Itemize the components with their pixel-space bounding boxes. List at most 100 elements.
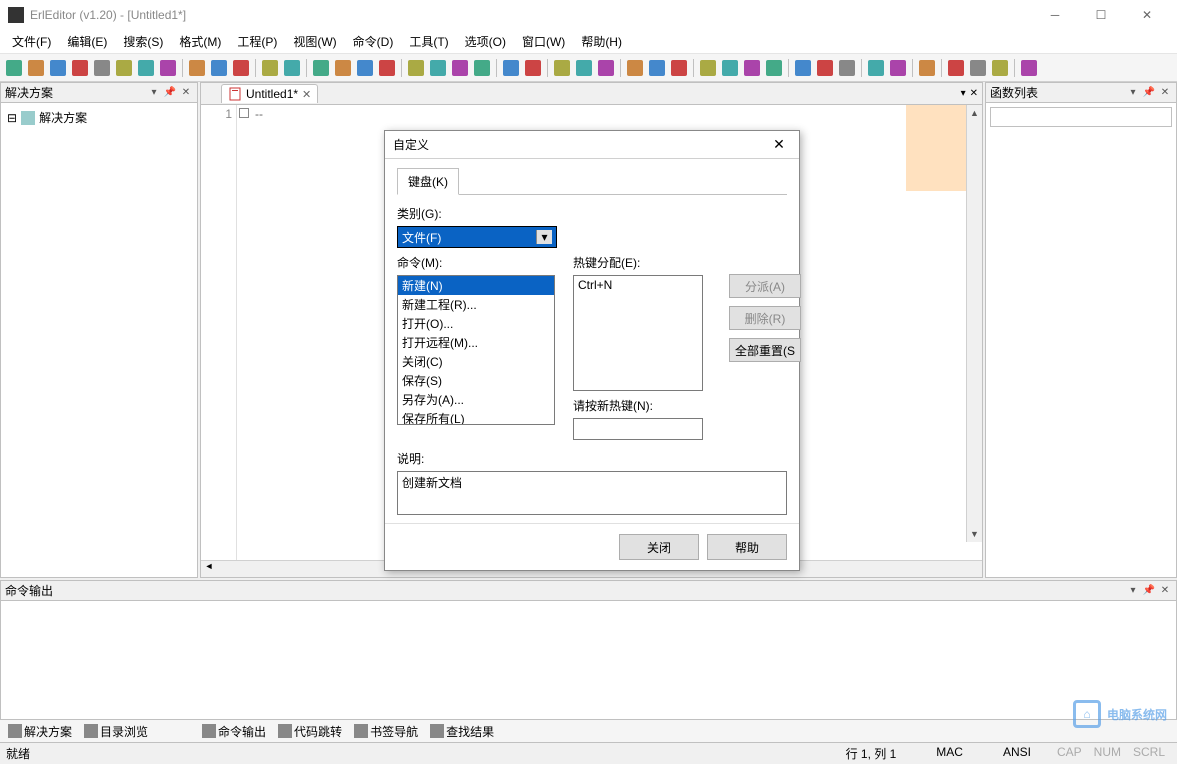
toolbar-indent-left-button[interactable] — [333, 58, 353, 78]
bottom-tab-solution[interactable]: 解决方案 — [4, 721, 76, 742]
hotkey-value[interactable]: Ctrl+N — [578, 278, 698, 292]
toolbar-wrap-button[interactable] — [574, 58, 594, 78]
new-hotkey-input[interactable] — [573, 418, 703, 440]
fold-marker[interactable] — [239, 108, 249, 118]
function-search-input[interactable] — [990, 107, 1172, 127]
command-item[interactable]: 保存(S) — [398, 371, 554, 390]
panel-close-icon[interactable]: ✕ — [1158, 86, 1172, 100]
toolbar-pen-x-button[interactable] — [764, 58, 784, 78]
toolbar-pen-red-button[interactable] — [720, 58, 740, 78]
panel-pin-icon[interactable]: 📌 — [1142, 584, 1156, 598]
command-item[interactable]: 新建工程(R)... — [398, 295, 554, 314]
scroll-down-icon[interactable]: ▼ — [967, 526, 982, 542]
toolbar-pilcrow-button[interactable] — [596, 58, 616, 78]
tab-panel-close-icon[interactable]: ✕ — [970, 88, 978, 99]
toolbar-find-prev-button[interactable] — [450, 58, 470, 78]
toolbar-bookmark-button[interactable] — [377, 58, 397, 78]
minimize-button[interactable]: ─ — [1033, 1, 1077, 29]
toolbar-debug-button[interactable] — [523, 58, 543, 78]
command-item[interactable]: 打开(O)... — [398, 314, 554, 333]
hotkey-listbox[interactable]: Ctrl+N — [573, 275, 703, 391]
toolbar-pen-blue-button[interactable] — [698, 58, 718, 78]
panel-dropdown-icon[interactable]: ▾ — [1126, 86, 1140, 100]
toolbar-grid-button[interactable] — [647, 58, 667, 78]
toolbar-paste-button[interactable] — [231, 58, 251, 78]
toolbar-open-button[interactable] — [48, 58, 68, 78]
panel-dropdown-icon[interactable]: ▾ — [1126, 584, 1140, 598]
toolbar-menu-button[interactable] — [1019, 58, 1039, 78]
toolbar-find-button[interactable] — [406, 58, 426, 78]
toolbar-open-folder-button[interactable] — [70, 58, 90, 78]
toolbar-save-all-button[interactable] — [158, 58, 178, 78]
menu-w[interactable]: 视图(W) — [285, 30, 344, 53]
toolbar-replace-button[interactable] — [472, 58, 492, 78]
toolbar-copy-button[interactable] — [209, 58, 229, 78]
dialog-close-button[interactable]: ✕ — [767, 133, 791, 157]
menu-e[interactable]: 编辑(E) — [59, 30, 115, 53]
toolbar-tool1-button[interactable] — [793, 58, 813, 78]
toolbar-recent-button[interactable] — [92, 58, 112, 78]
menu-s[interactable]: 搜索(S) — [115, 30, 171, 53]
panel-pin-icon[interactable]: 📌 — [1142, 86, 1156, 100]
panel-close-icon[interactable]: ✕ — [179, 86, 193, 100]
toolbar-tool3-button[interactable] — [837, 58, 857, 78]
remove-button[interactable]: 删除(R) — [729, 306, 801, 330]
assign-button[interactable]: 分派(A) — [729, 274, 801, 298]
keyboard-tab[interactable]: 键盘(K) — [397, 168, 459, 195]
menu-h[interactable]: 帮助(H) — [573, 30, 630, 53]
toolbar-doc-button[interactable] — [990, 58, 1010, 78]
command-item[interactable]: 新建(N) — [398, 276, 554, 295]
dialog-help-btn[interactable]: 帮助 — [707, 534, 787, 560]
toolbar-cut-button[interactable] — [187, 58, 207, 78]
toolbar-save-button[interactable] — [136, 58, 156, 78]
toolbar-comment-button[interactable] — [311, 58, 331, 78]
output-body[interactable] — [1, 601, 1176, 719]
toolbar-update-button[interactable] — [815, 58, 835, 78]
toolbar-help-button[interactable] — [946, 58, 966, 78]
dialog-close-btn[interactable]: 关闭 — [619, 534, 699, 560]
bottom-tab-bookmark[interactable]: 书签导航 — [350, 721, 422, 742]
vertical-scrollbar[interactable]: ▲ ▼ — [966, 105, 982, 542]
tab-close-icon[interactable]: ✕ — [302, 88, 311, 101]
maximize-button[interactable]: ☐ — [1079, 1, 1123, 29]
toolbar-view1-button[interactable] — [866, 58, 886, 78]
toolbar-find-next-button[interactable] — [428, 58, 448, 78]
command-item[interactable]: 另存为(A)... — [398, 390, 554, 409]
bottom-tab-output[interactable]: 命令输出 — [198, 721, 270, 742]
dialog-titlebar[interactable]: 自定义 ✕ — [385, 131, 799, 159]
toolbar-config-button[interactable] — [917, 58, 937, 78]
toolbar-panel1-button[interactable] — [552, 58, 572, 78]
toolbar-home-button[interactable] — [968, 58, 988, 78]
scroll-left-icon[interactable]: ◄ — [201, 561, 217, 577]
category-dropdown[interactable]: 文件(F) ▾ — [397, 226, 557, 248]
toolbar-indent-right-button[interactable] — [355, 58, 375, 78]
menu-t[interactable]: 工具(T) — [401, 30, 456, 53]
close-button[interactable]: ✕ — [1125, 1, 1169, 29]
toolbar-undo-button[interactable] — [260, 58, 280, 78]
command-item[interactable]: 打开远程(M)... — [398, 333, 554, 352]
scroll-up-icon[interactable]: ▲ — [967, 105, 982, 121]
toolbar-remote-button[interactable] — [114, 58, 134, 78]
dropdown-arrow-icon[interactable]: ▾ — [536, 230, 552, 244]
bottom-tab-browse[interactable]: 目录浏览 — [80, 721, 152, 742]
toolbar-new-button[interactable] — [4, 58, 24, 78]
solution-tree[interactable]: ⊟ 解决方案 — [1, 103, 197, 132]
toolbar-redo-button[interactable] — [282, 58, 302, 78]
toolbar-view2-button[interactable] — [888, 58, 908, 78]
reset-all-button[interactable]: 全部重置(S — [729, 338, 801, 362]
menu-w[interactable]: 窗口(W) — [514, 30, 573, 53]
toolbar-new-proj-button[interactable] — [26, 58, 46, 78]
command-item[interactable]: 保存所有(L) — [398, 409, 554, 425]
panel-dropdown-icon[interactable]: ▾ — [147, 86, 161, 100]
bottom-tab-search[interactable]: 查找结果 — [426, 721, 498, 742]
fold-column[interactable] — [237, 105, 251, 560]
command-item[interactable]: 关闭(C) — [398, 352, 554, 371]
tab-dropdown-icon[interactable]: ▾ — [961, 88, 966, 99]
commands-listbox[interactable]: 新建(N)新建工程(R)...打开(O)...打开远程(M)...关闭(C)保存… — [397, 275, 555, 425]
menu-m[interactable]: 格式(M) — [171, 30, 229, 53]
panel-pin-icon[interactable]: 📌 — [163, 86, 177, 100]
minimap-viewport[interactable] — [906, 105, 966, 191]
panel-close-icon[interactable]: ✕ — [1158, 584, 1172, 598]
menu-d[interactable]: 命令(D) — [345, 30, 402, 53]
toolbar-check-button[interactable] — [669, 58, 689, 78]
